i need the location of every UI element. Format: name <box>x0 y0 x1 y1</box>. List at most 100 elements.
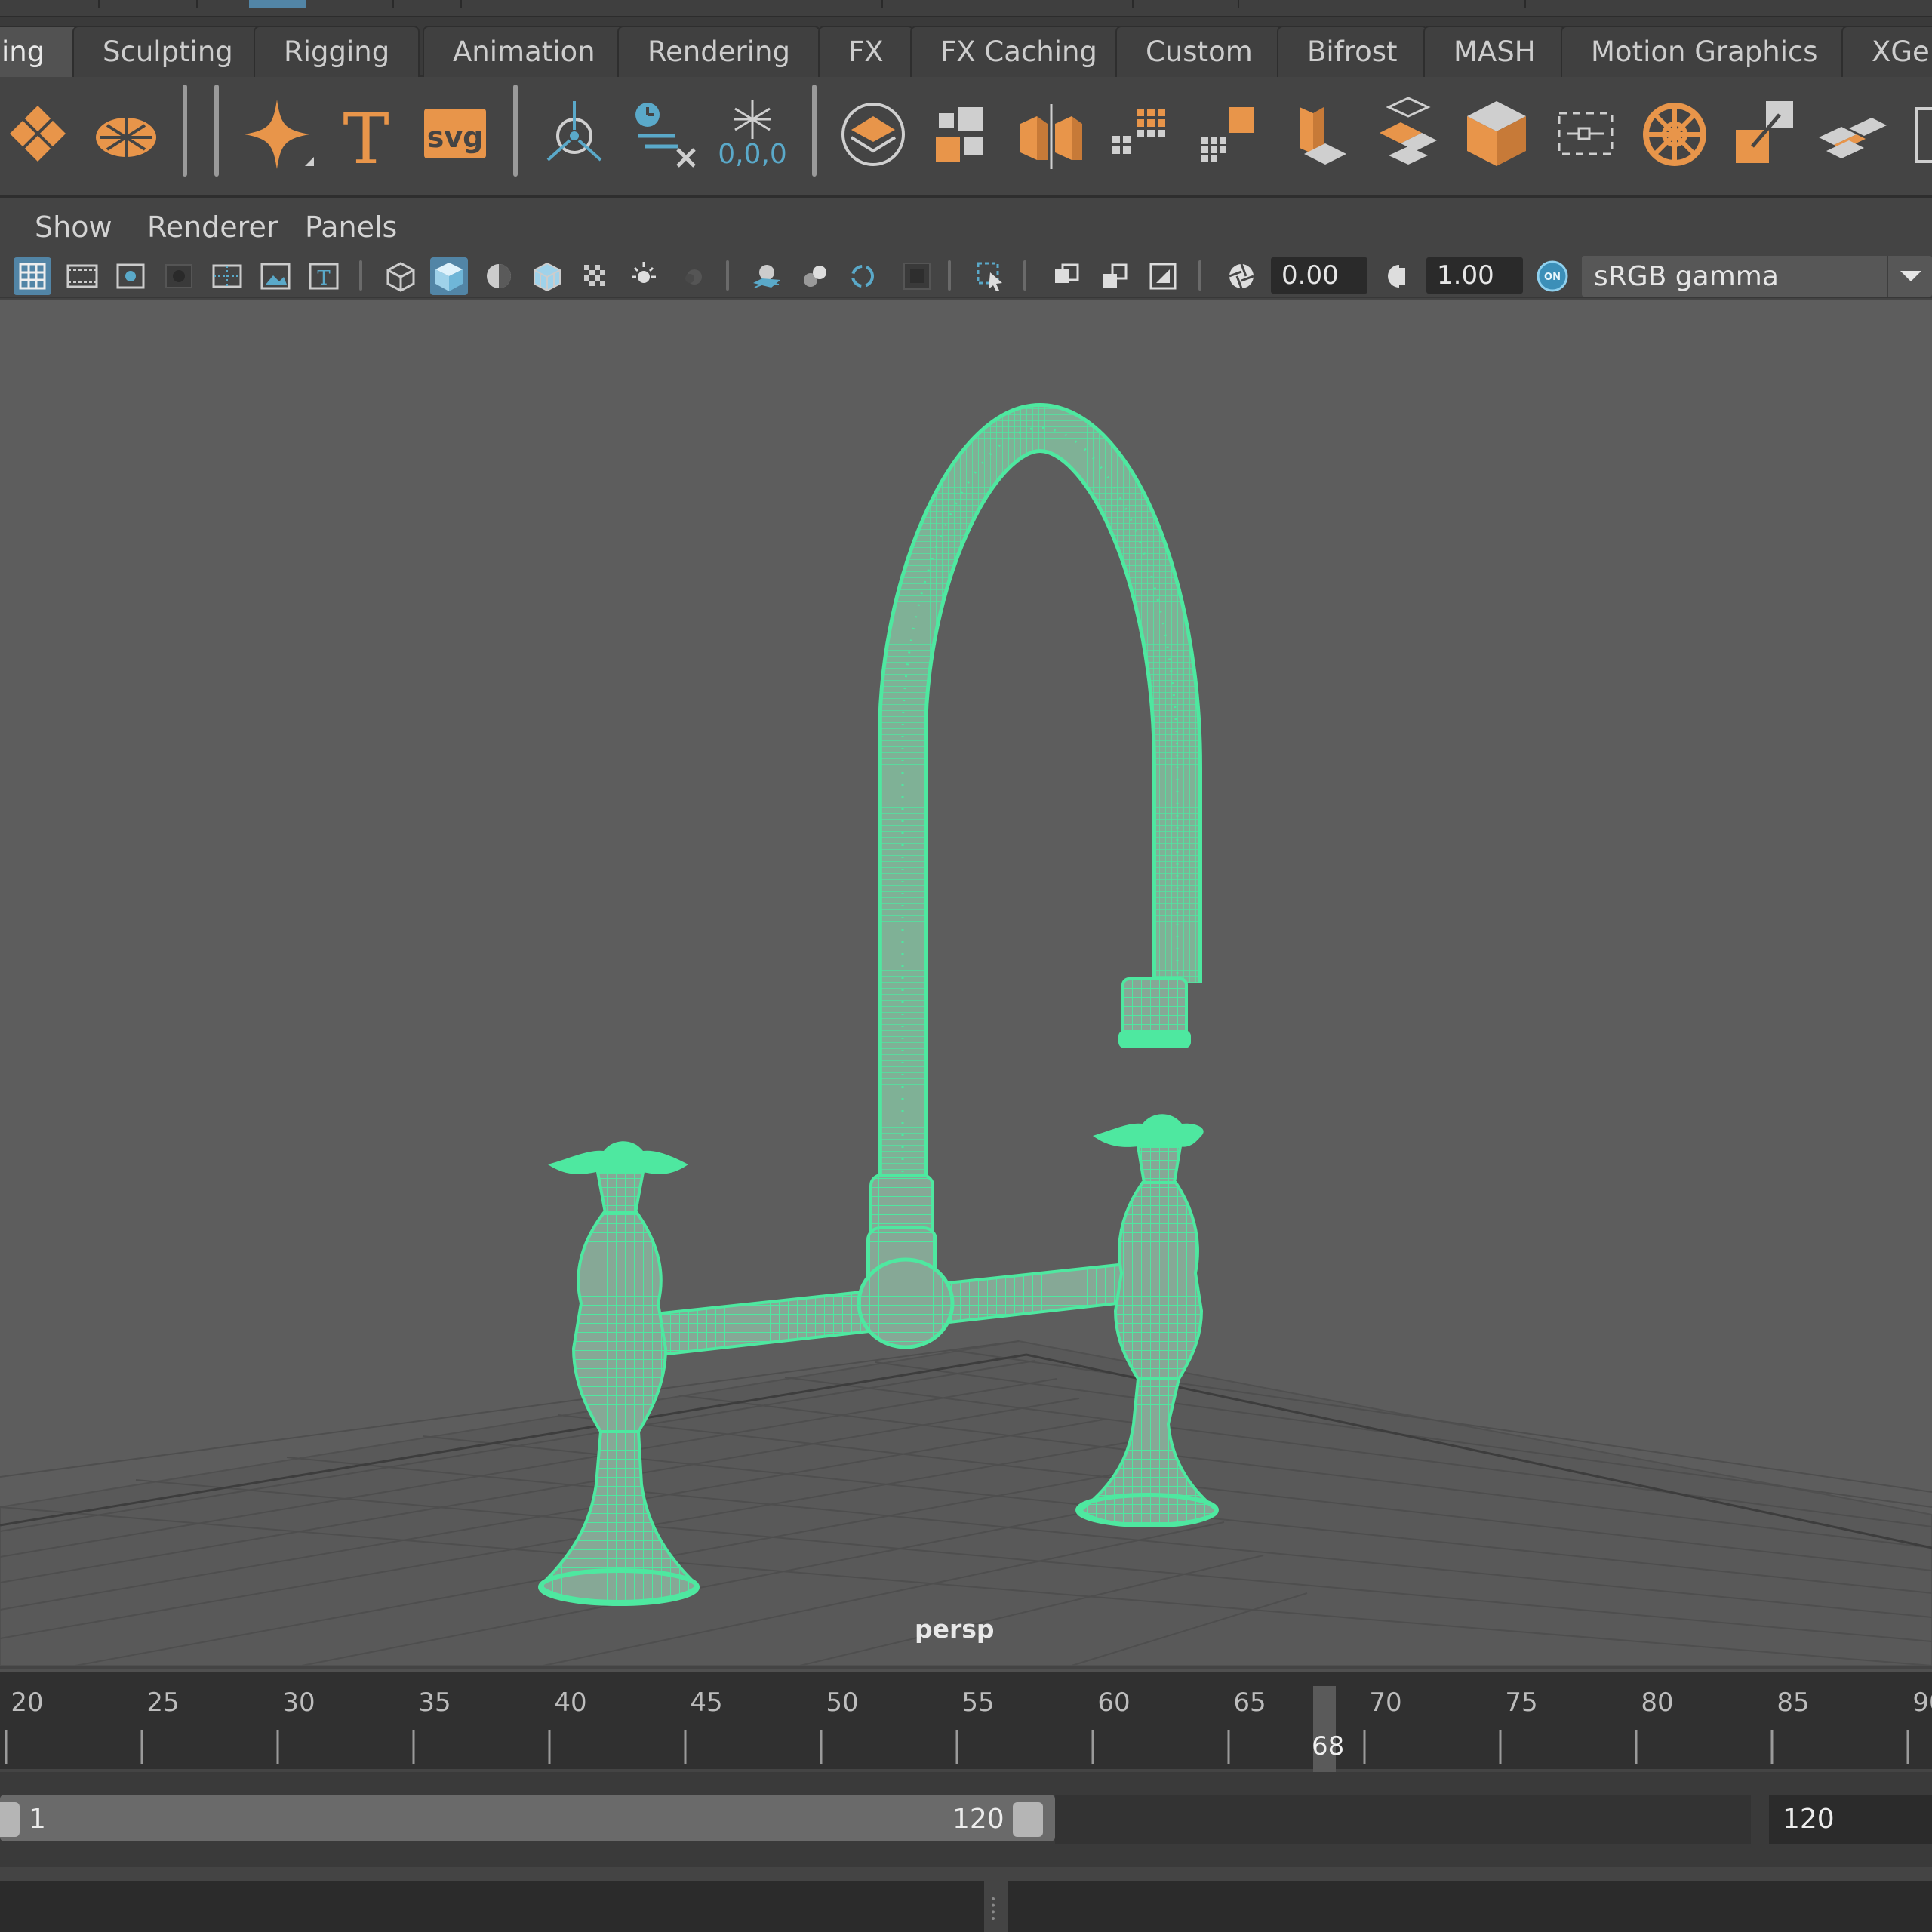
safe-title-icon[interactable]: T <box>305 257 343 295</box>
anti-aliasing-icon[interactable] <box>844 257 881 295</box>
smooth-shade-icon[interactable] <box>430 257 468 295</box>
svg-text:T: T <box>317 267 331 290</box>
status-separator <box>460 0 462 8</box>
make-live-icon[interactable] <box>832 91 915 174</box>
textured-icon[interactable] <box>577 257 614 295</box>
status-separator <box>1524 0 1526 8</box>
svg-icon-label: svg <box>426 121 484 154</box>
default-material-icon[interactable] <box>480 257 518 295</box>
reduce-icon[interactable] <box>1188 91 1271 174</box>
poly-plane-icon[interactable] <box>0 91 79 174</box>
tab-rigging[interactable]: Rigging <box>254 26 420 77</box>
wheel-icon[interactable] <box>1633 91 1716 174</box>
bevel-icon[interactable] <box>1900 91 1932 174</box>
tab-xgen[interactable]: XGen <box>1841 26 1932 77</box>
range-start-label: 1 <box>29 1804 46 1835</box>
sweep-mesh-icon[interactable] <box>533 91 616 174</box>
tab-animation[interactable]: Animation <box>423 26 626 77</box>
field-chart-icon[interactable] <box>208 257 246 295</box>
poly-disc-icon[interactable] <box>85 91 168 174</box>
xray-components-icon[interactable] <box>1144 257 1182 295</box>
cube-icon[interactable] <box>1455 91 1538 174</box>
range-end-handle[interactable] <box>1013 1802 1043 1837</box>
toolbar-separator <box>1198 260 1201 291</box>
status-separator <box>1132 0 1134 8</box>
mirror-icon[interactable] <box>1277 91 1360 174</box>
extrude-icon[interactable] <box>1722 91 1805 174</box>
film-gate-icon[interactable] <box>63 257 101 295</box>
command-result <box>1008 1881 1932 1932</box>
timeline-tick-label: 30 <box>282 1687 315 1718</box>
timeline-tick-label: 20 <box>11 1687 44 1718</box>
color-space-dropdown[interactable]: sRGB gamma <box>1582 256 1932 297</box>
bounding-box-icon[interactable] <box>1544 91 1627 174</box>
range-end-label: 120 <box>952 1804 1004 1835</box>
wireframe-on-shaded-icon[interactable] <box>528 257 566 295</box>
tab-modeling[interactable]: ing <box>0 26 82 77</box>
tab-motion-graphics[interactable]: Motion Graphics <box>1561 26 1848 77</box>
wireframe-icon[interactable] <box>382 257 420 295</box>
separate-icon[interactable] <box>1010 91 1093 174</box>
range-slider-bar: 1 120 120 <box>0 1772 1932 1867</box>
modeling-shelf: T svg 0,0,0 <box>0 77 1932 198</box>
command-input[interactable] <box>0 1881 984 1932</box>
range-start-handle[interactable] <box>0 1802 20 1837</box>
tab-bifrost[interactable]: Bifrost <box>1277 26 1428 77</box>
depth-of-field-icon[interactable] <box>898 257 936 295</box>
menu-renderer[interactable]: Renderer <box>147 211 278 244</box>
time-slider[interactable]: 68 20 25 30 35 40 45 50 55 60 65 70 75 80 85 90 <box>0 1669 1932 1778</box>
svg-icon[interactable]: svg <box>414 91 497 174</box>
range-slider[interactable] <box>0 1795 1055 1841</box>
tab-mash[interactable]: MASH <box>1423 26 1566 77</box>
xray-joints-icon[interactable] <box>1096 257 1134 295</box>
freeze-transforms-icon[interactable]: 0,0,0 <box>711 91 794 174</box>
screen-space-ao-icon[interactable] <box>747 257 785 295</box>
view-transform-toggle-icon[interactable]: ON <box>1534 257 1571 295</box>
tab-custom[interactable]: Custom <box>1115 26 1283 77</box>
isolate-select-icon[interactable] <box>972 257 1010 295</box>
color-space-value: sRGB gamma <box>1594 261 1779 292</box>
timeline-tick-label: 70 <box>1369 1687 1402 1718</box>
tab-fx-caching[interactable]: FX Caching <box>910 26 1128 77</box>
use-all-lights-icon[interactable] <box>625 257 663 295</box>
motion-blur-icon[interactable] <box>795 257 833 295</box>
bridge-icon[interactable] <box>1811 91 1894 174</box>
type-icon[interactable]: T <box>325 91 408 174</box>
scene-view[interactable] <box>0 300 1932 1666</box>
stack-layers-icon[interactable] <box>1366 91 1449 174</box>
timeline-tick-label: 85 <box>1777 1687 1810 1718</box>
status-separator <box>881 0 883 8</box>
gate-mask-icon[interactable] <box>160 257 198 295</box>
viewport-persp[interactable]: persp <box>0 300 1932 1666</box>
shelf-tab-bar: ing Sculpting Rigging Animation Renderin… <box>0 17 1932 77</box>
menu-panels[interactable]: Panels <box>305 211 397 244</box>
gamma-field[interactable]: 1.00 <box>1426 257 1523 294</box>
tab-rendering[interactable]: Rendering <box>617 26 820 77</box>
tab-fx[interactable]: FX <box>818 26 914 77</box>
chevron-down-icon[interactable] <box>1887 256 1932 297</box>
exposure-icon[interactable] <box>1223 257 1260 295</box>
status-line-highlight[interactable] <box>249 0 306 8</box>
toolbar-separator <box>948 260 951 291</box>
safe-action-icon[interactable] <box>257 257 294 295</box>
timeline-tick-label: 50 <box>826 1687 859 1718</box>
tab-sculpting[interactable]: Sculpting <box>72 26 263 77</box>
status-separator <box>98 0 100 8</box>
super-shape-icon[interactable] <box>235 91 318 174</box>
status-line <box>0 0 1932 17</box>
timeline-tick-label: 75 <box>1505 1687 1538 1718</box>
timeline-tick-label: 25 <box>146 1687 180 1718</box>
menu-show[interactable]: Show <box>35 211 112 244</box>
combine-icon[interactable] <box>921 91 1004 174</box>
xray-icon[interactable] <box>1048 257 1085 295</box>
shadows-icon[interactable] <box>673 257 711 295</box>
gamma-icon[interactable] <box>1380 257 1417 295</box>
exposure-field[interactable]: 0.00 <box>1271 257 1367 294</box>
grid-toggle-icon[interactable] <box>14 257 51 295</box>
delete-history-icon[interactable] <box>622 91 705 174</box>
smooth-icon[interactable] <box>1099 91 1182 174</box>
resolution-gate-icon[interactable] <box>112 257 149 295</box>
splitter-handle[interactable] <box>992 1897 995 1920</box>
shelf-divider <box>214 85 219 177</box>
animation-end-field[interactable]: 120 <box>1769 1795 1932 1844</box>
